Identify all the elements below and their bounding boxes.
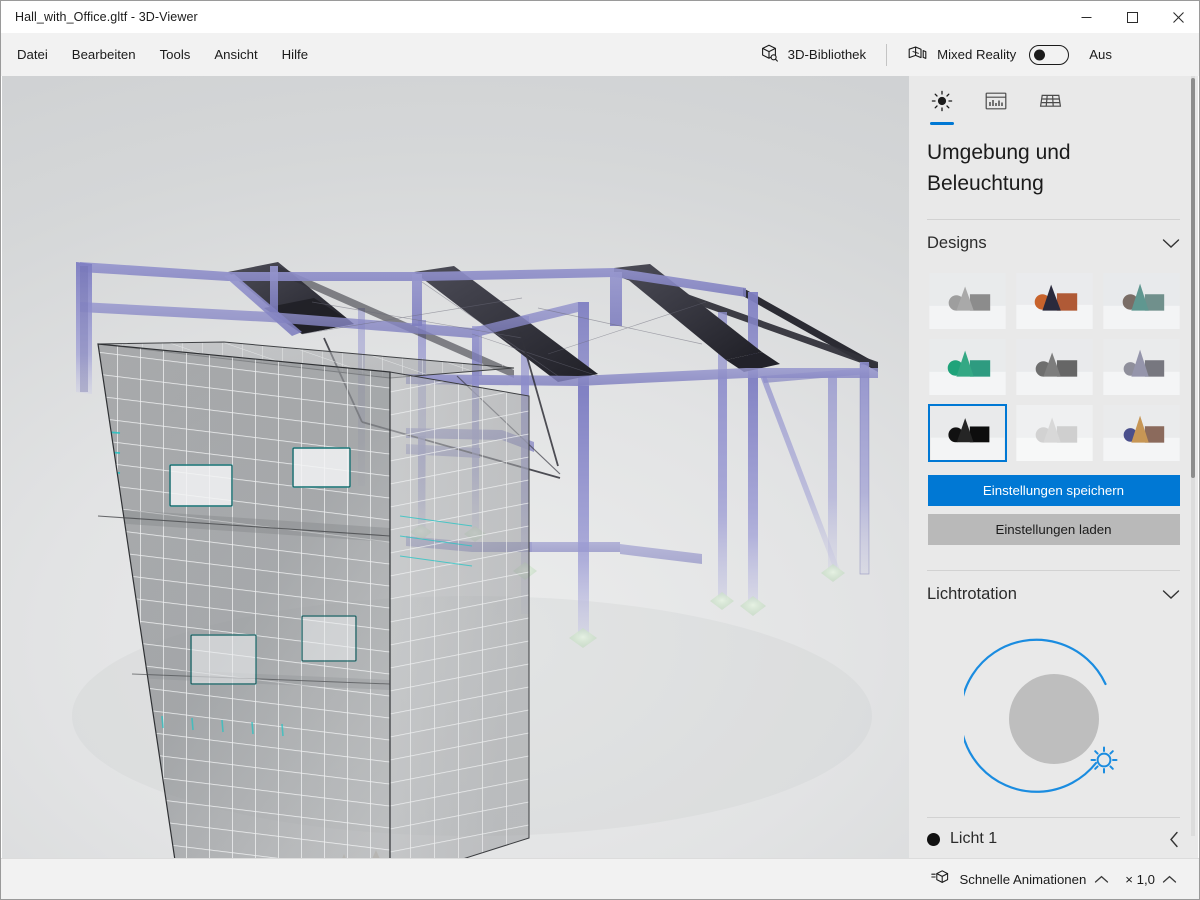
chevron-up-icon-animations[interactable] bbox=[1094, 875, 1109, 884]
sun-icon bbox=[931, 90, 953, 117]
animations-button[interactable]: Schnelle Animationen bbox=[923, 859, 1117, 900]
designs-title: Designs bbox=[927, 233, 987, 252]
chevron-up-icon-speed[interactable] bbox=[1162, 875, 1177, 884]
mixed-reality-icon bbox=[907, 45, 928, 65]
maximize-button[interactable] bbox=[1109, 1, 1155, 33]
3d-library-label: 3D-Bibliothek bbox=[787, 47, 867, 62]
tab-lighting[interactable] bbox=[927, 88, 957, 125]
dial-hub[interactable] bbox=[1008, 674, 1099, 764]
mixed-reality-label: Mixed Reality bbox=[937, 47, 1017, 62]
minimize-button[interactable] bbox=[1063, 1, 1109, 33]
panel-title: Umgebung und Beleuchtung bbox=[927, 141, 1071, 195]
design-thumbnail-5[interactable] bbox=[1015, 338, 1094, 396]
light-rotation-section-header[interactable]: Lichtrotation bbox=[909, 571, 1198, 617]
status-bar: Schnelle Animationen × 1,0 bbox=[1, 858, 1199, 900]
active-tab-indicator bbox=[930, 122, 954, 125]
3d-library-button[interactable]: 3D-Bibliothek bbox=[749, 33, 877, 76]
mixed-reality-state: Aus bbox=[1089, 47, 1112, 62]
window-controls bbox=[1063, 1, 1199, 33]
designs-section-header[interactable]: Designs bbox=[909, 220, 1198, 266]
sun-handle-icon bbox=[1090, 746, 1117, 774]
light-rotation-dial[interactable] bbox=[963, 629, 1144, 809]
design-thumbnail-4[interactable] bbox=[928, 338, 1007, 396]
designs-grid bbox=[909, 266, 1198, 462]
design-thumbnail-3[interactable] bbox=[1102, 272, 1181, 330]
design-thumbnail-1[interactable] bbox=[928, 272, 1007, 330]
chevron-left-icon[interactable] bbox=[1169, 831, 1180, 848]
light-list-item-1[interactable]: Licht 1 bbox=[909, 818, 1198, 859]
menu-items: Datei Bearbeiten Tools Ansicht Hilfe bbox=[1, 33, 320, 76]
mixed-reality-toggle[interactable] bbox=[1029, 44, 1070, 65]
grid-icon bbox=[1039, 91, 1062, 115]
load-settings-button[interactable]: Einstellungen laden bbox=[927, 514, 1180, 545]
light-item-left: Licht 1 bbox=[927, 830, 997, 848]
design-thumbnail-9[interactable] bbox=[1102, 404, 1181, 462]
save-settings-button[interactable]: Einstellungen speichern bbox=[927, 475, 1180, 506]
menu-item-hilfe[interactable]: Hilfe bbox=[270, 33, 320, 76]
mixed-reality-button[interactable]: Mixed Reality Aus bbox=[896, 33, 1123, 76]
panel-tab-bar bbox=[909, 76, 1198, 125]
menu-item-ansicht[interactable]: Ansicht bbox=[202, 33, 269, 76]
design-thumbnail-7[interactable] bbox=[928, 404, 1007, 462]
menu-bar: Datei Bearbeiten Tools Ansicht Hilfe 3D-… bbox=[1, 33, 1199, 76]
animation-speed-label: × 1,0 bbox=[1125, 871, 1155, 887]
tab-grid[interactable] bbox=[1035, 88, 1065, 118]
command-bar-right: 3D-Bibliothek Mixed Reality Aus bbox=[749, 33, 1199, 76]
chart-panel-icon bbox=[985, 91, 1007, 116]
command-separator bbox=[886, 43, 888, 66]
title-bar: Hall_with_Office.gltf - 3D-Viewer bbox=[1, 1, 1199, 33]
design-thumbnail-2[interactable] bbox=[1015, 272, 1094, 330]
3d-viewport[interactable] bbox=[2, 76, 911, 859]
animations-label: Schnelle Animationen bbox=[959, 871, 1087, 887]
menu-item-bearbeiten[interactable]: Bearbeiten bbox=[60, 33, 148, 76]
chevron-down-icon-2[interactable] bbox=[1162, 589, 1180, 600]
design-thumbnail-8[interactable] bbox=[1015, 404, 1094, 462]
properties-panel: Umgebung und Beleuchtung Designs Einstel… bbox=[909, 76, 1198, 859]
tab-effects[interactable] bbox=[981, 88, 1011, 118]
menu-item-datei[interactable]: Datei bbox=[5, 33, 60, 76]
animation-speed-button[interactable]: × 1,0 bbox=[1117, 859, 1187, 900]
chevron-down-icon[interactable] bbox=[1162, 238, 1180, 249]
window-title: Hall_with_Office.gltf - 3D-Viewer bbox=[15, 10, 198, 24]
3d-model-render bbox=[72, 262, 878, 859]
light-rotation-title: Lichtrotation bbox=[927, 584, 1017, 603]
toggle-knob bbox=[1033, 49, 1045, 60]
light-item-label: Licht 1 bbox=[950, 830, 998, 847]
app-window: Hall_with_Office.gltf - 3D-Viewer Datei … bbox=[0, 0, 1200, 900]
animation-cube-icon bbox=[931, 869, 951, 889]
menu-item-tools[interactable]: Tools bbox=[148, 33, 203, 76]
close-button[interactable] bbox=[1155, 1, 1199, 33]
cube-search-icon bbox=[760, 44, 779, 66]
panel-scrollbar-thumb[interactable] bbox=[1191, 78, 1195, 478]
design-thumbnail-6[interactable] bbox=[1102, 338, 1181, 396]
light-color-bullet bbox=[927, 832, 940, 846]
light-rotation-dial-wrap bbox=[909, 617, 1198, 817]
